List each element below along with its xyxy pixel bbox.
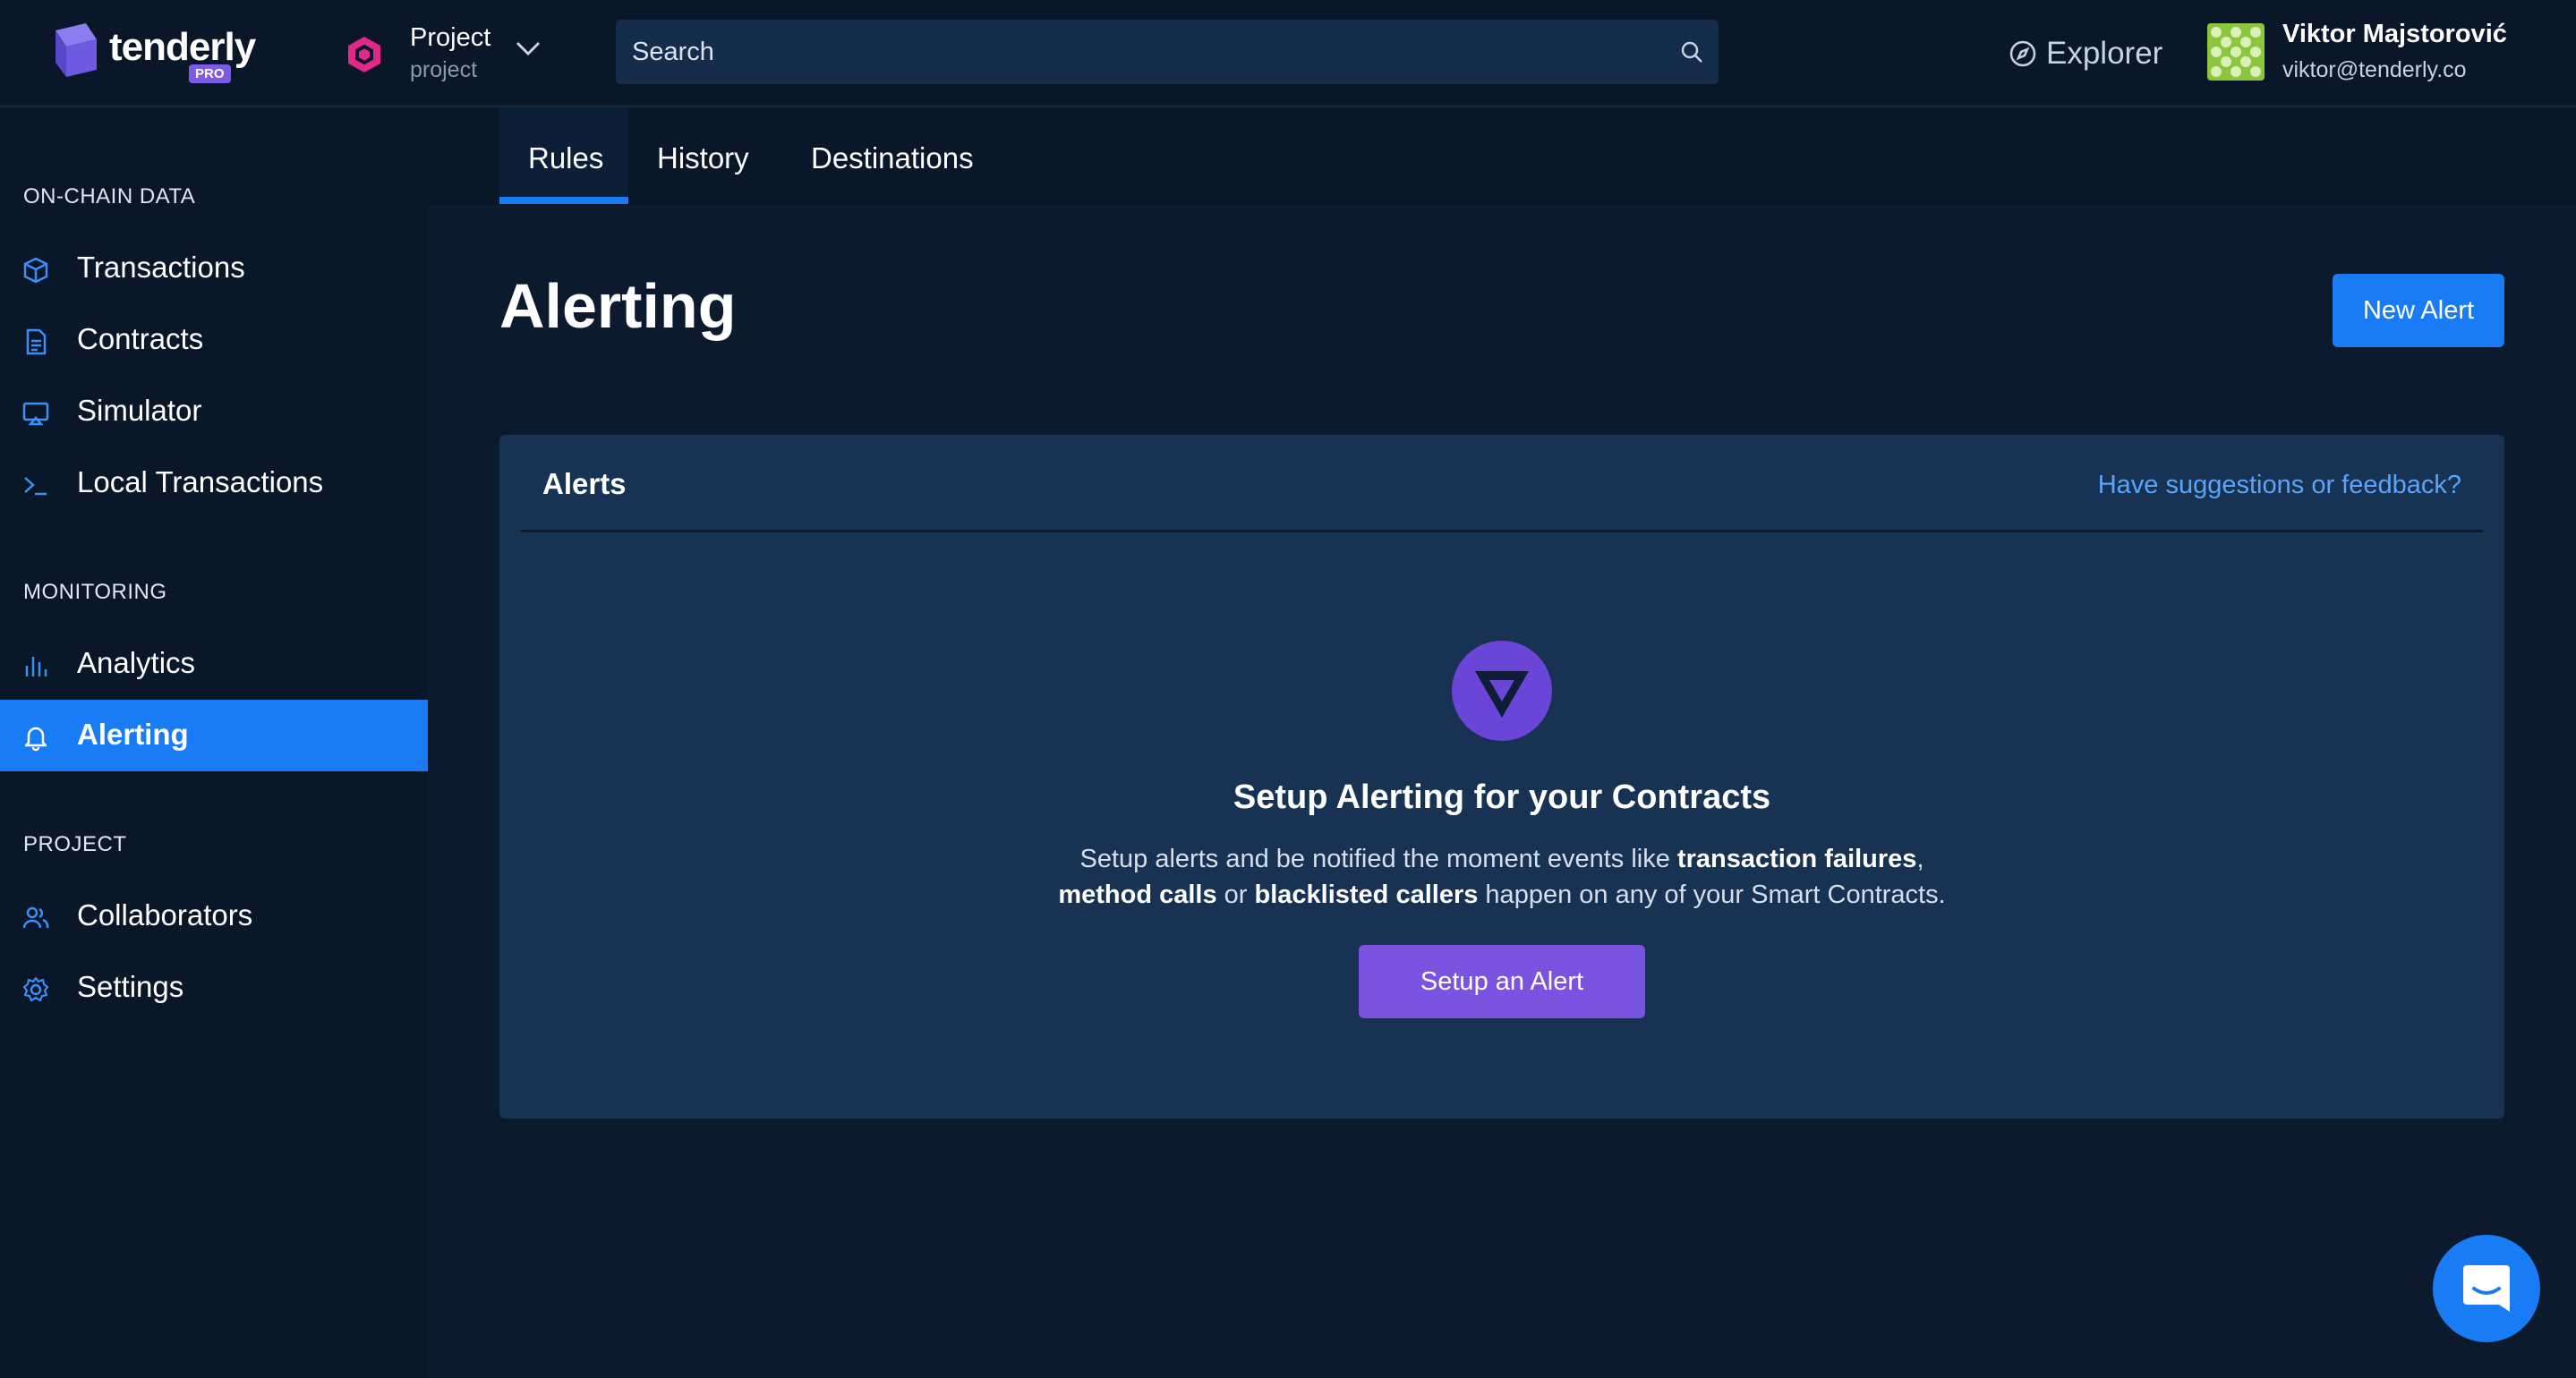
sidebar-item-label: Contracts — [77, 322, 204, 355]
desc-highlight: method calls — [1058, 880, 1217, 909]
tab-history[interactable]: History — [657, 141, 749, 175]
explorer-label: Explorer — [2046, 36, 2163, 71]
gear-icon — [22, 976, 49, 1002]
feedback-link[interactable]: Have suggestions or feedback? — [2098, 471, 2461, 500]
compass-icon — [2009, 40, 2036, 67]
setup-alert-button[interactable]: Setup an Alert — [1359, 945, 1645, 1018]
sidebar-item-simulator[interactable]: Simulator — [0, 376, 428, 447]
sidebar-item-label: Alerting — [77, 718, 189, 751]
sidebar-item-analytics[interactable]: Analytics — [0, 628, 428, 700]
tenderly-logo[interactable]: tenderly PRO — [50, 21, 265, 86]
cube-icon — [23, 257, 48, 284]
section-title-monitoring: MONITORING — [23, 580, 167, 604]
sidebar-item-label: Settings — [77, 970, 184, 1003]
search-input[interactable] — [632, 20, 1661, 84]
tenderly-logo-icon — [55, 23, 97, 77]
desc-text: or — [1216, 880, 1255, 909]
sidebar-item-contracts[interactable]: Contracts — [0, 304, 428, 376]
tab-destinations[interactable]: Destinations — [811, 141, 974, 175]
tab-bar: Rules History Destinations — [428, 107, 2576, 208]
avatar-pattern — [2207, 23, 2265, 81]
tab-rules[interactable]: Rules — [528, 141, 603, 175]
top-bar: tenderly PRO Project project Explorer — [0, 0, 2576, 107]
sidebar-item-label: Simulator — [77, 394, 202, 427]
sidebar-item-label: Analytics — [77, 646, 196, 679]
sidebar-item-label: Local Transactions — [77, 465, 324, 498]
divider — [521, 530, 2483, 532]
desc-highlight: transaction failures — [1676, 845, 1917, 873]
avatar[interactable] — [2207, 23, 2265, 81]
bar-chart-icon — [25, 657, 47, 676]
terminal-icon — [24, 477, 47, 496]
empty-state-title: Setup Alerting for your Contracts — [1233, 778, 1771, 816]
pro-badge: PRO — [189, 64, 231, 83]
bell-icon — [24, 727, 47, 752]
sidebar-item-transactions[interactable]: Transactions — [0, 233, 428, 304]
search-icon[interactable] — [1679, 39, 1704, 64]
sidebar-item-label: Transactions — [77, 251, 245, 284]
sidebar-item-label: Collaborators — [77, 898, 253, 931]
section-title-project: PROJECT — [23, 832, 127, 856]
monitor-icon — [22, 402, 49, 426]
empty-state-description: Setup alerts and be notified the moment … — [965, 841, 2039, 913]
chat-icon — [2463, 1265, 2510, 1312]
card-title: Alerts — [542, 467, 627, 500]
page-title: Alerting — [499, 271, 737, 341]
desc-text: Setup alerts and be notified the moment … — [1079, 845, 1677, 873]
desc-highlight: blacklisted callers — [1254, 880, 1479, 909]
sidebar: ON-CHAIN DATA Transactions Contracts Sim… — [0, 107, 428, 1378]
section-title-on-chain-data: ON-CHAIN DATA — [23, 184, 196, 208]
users-icon — [22, 906, 49, 929]
chat-launcher-button[interactable] — [2433, 1235, 2540, 1342]
sidebar-item-local-transactions[interactable]: Local Transactions — [0, 447, 428, 519]
alerts-card: Alerts Have suggestions or feedback? Set… — [499, 435, 2504, 1119]
project-switcher[interactable]: Project project — [344, 20, 559, 88]
active-tab-indicator — [499, 197, 628, 204]
document-icon — [26, 328, 47, 355]
new-alert-button[interactable]: New Alert — [2333, 274, 2504, 347]
chevron-down-icon — [516, 41, 541, 56]
project-hexagon-icon — [348, 37, 380, 72]
search-bar — [616, 20, 1719, 84]
logo-text: tenderly — [109, 25, 256, 69]
user-name[interactable]: Viktor Majstorović — [2282, 20, 2507, 49]
project-slug: project — [410, 57, 478, 82]
sidebar-item-collaborators[interactable]: Collaborators — [0, 880, 428, 952]
user-email: viktor@tenderly.co — [2282, 57, 2467, 82]
sidebar-item-settings[interactable]: Settings — [0, 952, 428, 1024]
alert-triangle-icon — [1452, 641, 1552, 741]
sidebar-item-alerting[interactable]: Alerting — [0, 700, 428, 771]
desc-text: , — [1916, 845, 1924, 873]
project-name: Project — [410, 23, 491, 52]
desc-text: happen on any of your Smart Contracts. — [1478, 880, 1946, 909]
